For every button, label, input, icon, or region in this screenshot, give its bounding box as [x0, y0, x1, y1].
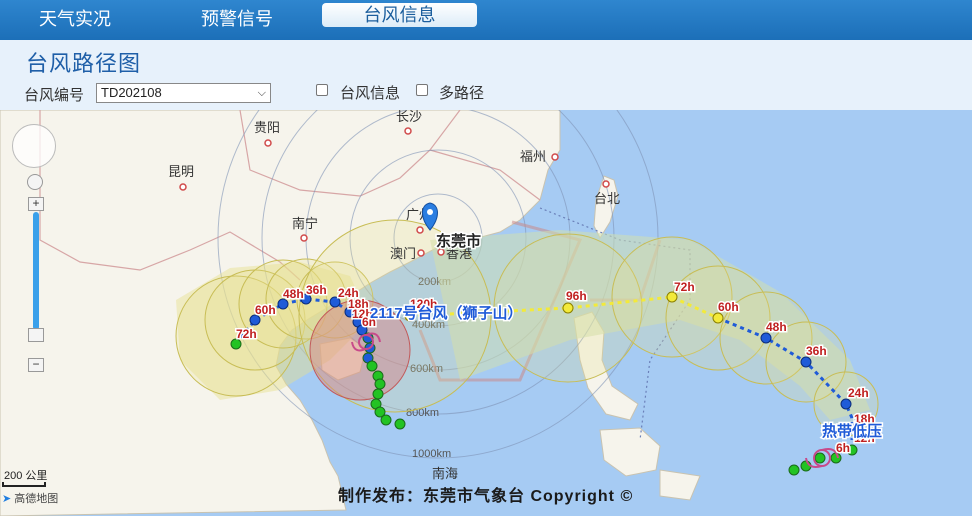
city-nanning: 南宁	[292, 216, 318, 231]
zoom-in-button[interactable]: +	[28, 197, 44, 211]
locate-icon[interactable]	[27, 174, 43, 190]
typhoon-info-checkbox[interactable]	[316, 84, 328, 96]
typhoon-code-value: TD202108	[101, 85, 162, 100]
fcst-west-48h: 48h	[283, 287, 304, 301]
top-tab-bar: 天气实况 预警信号 台风信息	[0, 0, 972, 40]
map-footer-credit: 制作发布：东莞市气象台 Copyright ©	[338, 488, 634, 505]
map-scale-label: 200 公里	[4, 470, 48, 482]
map-scale-bar	[2, 482, 46, 487]
tab-typhoon-info[interactable]: 台风信息	[322, 3, 477, 27]
map-pan-control[interactable]	[12, 124, 56, 168]
typhoon-info-checkbox-label: 台风信息	[340, 85, 401, 102]
city-taibei: 台北	[594, 191, 620, 206]
amap-logo-text: 高德地图	[14, 493, 59, 505]
fcst-east-48h: 48h	[766, 320, 787, 334]
zoom-out-button[interactable]: −	[28, 358, 44, 372]
multi-path-checkbox-label: 多路径	[439, 85, 485, 102]
map-canvas[interactable]: 200km 400km 600km 800km 1000km 贵阳 长沙 福州 …	[0, 110, 972, 516]
city-fuzhou: 福州	[520, 149, 546, 164]
tab-warning-signal[interactable]: 预警信号	[182, 4, 292, 34]
zoom-slider-track[interactable]	[33, 212, 39, 330]
multi-path-checkbox[interactable]	[416, 84, 428, 96]
sea-nanhai: 南海	[432, 466, 458, 481]
fcst-east-36h: 36h	[806, 344, 827, 358]
fcst-mid-96h: 96h	[566, 289, 587, 303]
ring-1000-label: 1000km	[412, 448, 451, 460]
city-changsha: 长沙	[396, 110, 422, 124]
fcst-west-72h: 72h	[236, 327, 257, 341]
city-guiyang: 贵阳	[254, 120, 280, 135]
typhoon-code-label: 台风编号	[24, 87, 85, 104]
zoom-slider-handle[interactable]	[28, 328, 44, 342]
navigation-arrow-icon: ➤	[2, 493, 12, 505]
city-aomen: 澳门	[390, 246, 416, 261]
td-name-label: 热带低压	[822, 422, 882, 440]
tab-weather-live[interactable]: 天气实况	[20, 4, 130, 34]
typhoon-code-select[interactable]: TD202108 ⌵	[96, 83, 271, 103]
fcst-east-24h: 24h	[848, 386, 869, 400]
typhoon-toolbar: 台风路径图 台风编号 TD202108 ⌵ 台风信息 多路径	[0, 40, 972, 110]
amap-logo: ➤ 高德地图	[2, 490, 58, 506]
typhoon-name-label: 2117号台风（狮子山）	[370, 304, 523, 322]
chevron-down-icon: ⌵	[257, 87, 266, 99]
city-kunming: 昆明	[168, 164, 194, 179]
fcst-west-60h: 60h	[255, 303, 276, 317]
typhoon-map[interactable]: 200km 400km 600km 800km 1000km 贵阳 长沙 福州 …	[0, 110, 972, 516]
fcst-west-36h: 36h	[306, 283, 327, 297]
fcst-east-60h: 60h	[718, 300, 739, 314]
page-title: 台风路径图	[26, 51, 142, 76]
fcst-mid-72h: 72h	[674, 280, 695, 294]
city-dongguan: 东莞市	[436, 232, 481, 250]
fcst-east-6h: 6h	[836, 441, 850, 455]
